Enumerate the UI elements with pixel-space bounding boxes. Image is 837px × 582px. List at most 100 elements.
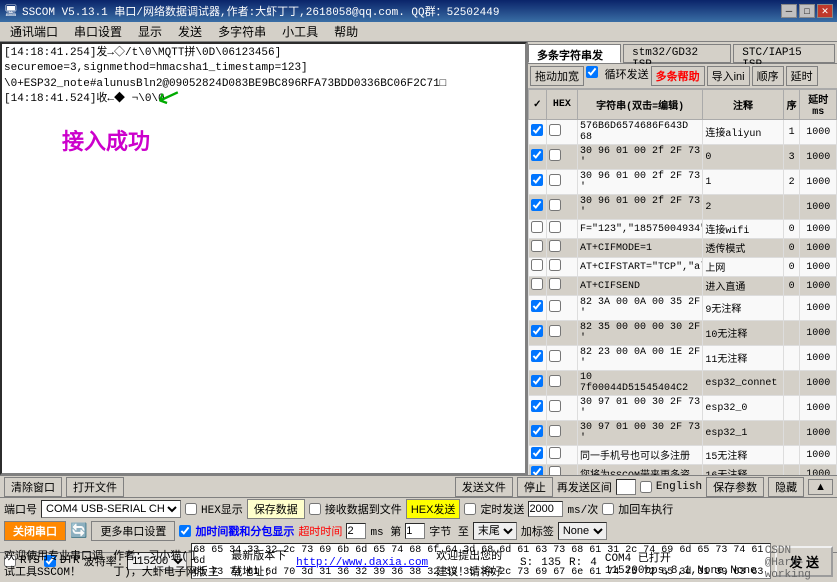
row-checkbox[interactable] <box>531 199 543 211</box>
row-checkbox[interactable] <box>531 124 543 136</box>
stop-btn[interactable]: 停止 <box>517 477 553 497</box>
row-hex-cell[interactable] <box>546 296 577 321</box>
row-checkbox[interactable] <box>531 174 543 186</box>
terminal-panel[interactable]: [14:18:41.254]发→◇/t\0\MQTT拼\0D\06123456]… <box>0 42 527 475</box>
row-hex-checkbox[interactable] <box>549 149 561 161</box>
row-hex-cell[interactable] <box>546 321 577 346</box>
close-button[interactable]: ✕ <box>817 4 833 18</box>
row-hex-cell[interactable] <box>546 258 577 277</box>
row-str-cell[interactable]: AT+CIFSEND <box>578 277 703 296</box>
row-check-cell[interactable] <box>529 258 547 277</box>
row-checkbox[interactable] <box>531 400 543 412</box>
english-checkbox[interactable] <box>640 481 652 493</box>
row-str-cell[interactable]: 30 97 01 00 30 2F 73 ' <box>578 396 703 421</box>
row-str-cell[interactable]: 同一手机号也可以多注册 <box>578 446 703 465</box>
loop-send-checkbox[interactable] <box>586 66 598 78</box>
delay-btn[interactable]: 延时 <box>786 66 818 86</box>
row-checkbox[interactable] <box>531 375 543 387</box>
overtime-input[interactable] <box>346 523 366 539</box>
hex-send-btn[interactable]: HEX发送 <box>406 499 461 519</box>
row-checkbox[interactable] <box>531 278 543 290</box>
menu-send[interactable]: 发送 <box>170 21 210 42</box>
row-check-cell[interactable] <box>529 195 547 220</box>
row-hex-checkbox[interactable] <box>549 375 561 387</box>
row-str-cell[interactable]: 您将为SSCOM带来更多资 <box>578 465 703 476</box>
row-checkbox[interactable] <box>531 350 543 362</box>
multi-help-btn[interactable]: 多条帮助 <box>651 66 705 86</box>
row-hex-checkbox[interactable] <box>549 325 561 337</box>
tab-stm32[interactable]: stm32/GD32 ISP <box>623 44 731 63</box>
row-check-cell[interactable] <box>529 465 547 476</box>
receive-file-checkbox[interactable] <box>309 503 321 515</box>
row-checkbox[interactable] <box>531 447 543 459</box>
resend-from-input[interactable] <box>616 479 636 495</box>
row-checkbox[interactable] <box>531 466 543 475</box>
row-checkbox[interactable] <box>531 240 543 252</box>
byte-from-input[interactable] <box>405 523 425 539</box>
row-check-cell[interactable] <box>529 239 547 258</box>
row-checkbox[interactable] <box>531 325 543 337</box>
row-hex-cell[interactable] <box>546 195 577 220</box>
row-str-cell[interactable]: 30 96 01 00 2f 2F 73 ' <box>578 170 703 195</box>
row-check-cell[interactable] <box>529 277 547 296</box>
row-checkbox[interactable] <box>531 425 543 437</box>
send-file-btn[interactable]: 发送文件 <box>455 477 513 497</box>
row-hex-checkbox[interactable] <box>549 259 561 271</box>
row-hex-checkbox[interactable] <box>549 221 561 233</box>
timed-send-checkbox[interactable] <box>464 503 476 515</box>
row-hex-checkbox[interactable] <box>549 174 561 186</box>
row-str-cell[interactable]: AT+CIFSTART="TCP","al <box>578 258 703 277</box>
row-hex-cell[interactable] <box>546 346 577 371</box>
download-url[interactable]: http://www.daxia.com <box>296 557 428 569</box>
open-close-port-btn[interactable]: 关闭串口 <box>4 521 66 541</box>
row-check-cell[interactable] <box>529 170 547 195</box>
open-file-btn[interactable]: 打开文件 <box>66 477 124 497</box>
row-str-cell[interactable]: 30 96 01 00 2f 2F 73 ' <box>578 145 703 170</box>
byte-to-select[interactable]: 末尾 <box>473 522 517 540</box>
row-check-cell[interactable] <box>529 446 547 465</box>
row-str-cell[interactable]: F="123","18575004934" <box>578 220 703 239</box>
row-check-cell[interactable] <box>529 321 547 346</box>
row-hex-cell[interactable] <box>546 277 577 296</box>
port-select[interactable]: COM4 USB-SERIAL CH340 <box>41 500 181 518</box>
minimize-button[interactable]: ─ <box>781 4 797 18</box>
row-check-cell[interactable] <box>529 396 547 421</box>
row-hex-cell[interactable] <box>546 170 577 195</box>
tab-stc[interactable]: STC/IAP15 ISP <box>733 44 835 63</box>
hex-display-checkbox[interactable] <box>185 503 197 515</box>
row-hex-checkbox[interactable] <box>549 447 561 459</box>
maximize-button[interactable]: □ <box>799 4 815 18</box>
expand-btn[interactable]: ▲ <box>808 479 833 495</box>
time-pkg-checkbox[interactable] <box>179 525 191 537</box>
row-hex-checkbox[interactable] <box>549 466 561 475</box>
row-hex-cell[interactable] <box>546 371 577 396</box>
menu-comport[interactable]: 通讯端口 <box>2 21 66 42</box>
row-hex-checkbox[interactable] <box>549 278 561 290</box>
row-checkbox[interactable] <box>531 259 543 271</box>
row-hex-cell[interactable] <box>546 446 577 465</box>
row-hex-cell[interactable] <box>546 145 577 170</box>
extra-select[interactable]: None <box>558 522 607 540</box>
menu-tools[interactable]: 小工具 <box>274 21 326 42</box>
clear-window-btn[interactable]: 清除窗口 <box>4 477 62 497</box>
row-hex-checkbox[interactable] <box>549 124 561 136</box>
row-str-cell[interactable]: 82 35 00 00 00 30 2F ' <box>578 321 703 346</box>
row-check-cell[interactable] <box>529 220 547 239</box>
row-hex-cell[interactable] <box>546 220 577 239</box>
refresh-icon[interactable]: 🔄 <box>70 523 87 540</box>
row-checkbox[interactable] <box>531 221 543 233</box>
import-ini-btn[interactable]: 导入ini <box>707 66 750 86</box>
row-hex-checkbox[interactable] <box>549 425 561 437</box>
row-hex-cell[interactable] <box>546 465 577 476</box>
menu-multistring[interactable]: 多字符串 <box>210 21 274 42</box>
row-check-cell[interactable] <box>529 371 547 396</box>
row-str-cell[interactable]: 10 7f00044D51545404C2 <box>578 371 703 396</box>
save-data-btn[interactable]: 保存数据 <box>247 499 305 519</box>
timed-send-input[interactable] <box>528 501 563 517</box>
row-check-cell[interactable] <box>529 296 547 321</box>
menu-display[interactable]: 显示 <box>130 21 170 42</box>
row-str-cell[interactable]: 30 96 01 00 2f 2F 73 ' <box>578 195 703 220</box>
menu-port-settings[interactable]: 串口设置 <box>66 21 130 42</box>
row-hex-checkbox[interactable] <box>549 300 561 312</box>
row-checkbox[interactable] <box>531 300 543 312</box>
